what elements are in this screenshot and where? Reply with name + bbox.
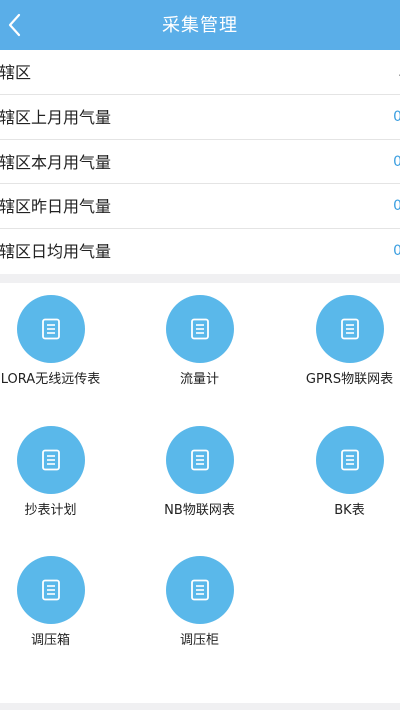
info-value: 0: [393, 243, 400, 260]
tile-label: NB物联网表: [164, 503, 235, 518]
info-row-last-month: 辖区上月用气量 0: [0, 95, 400, 140]
tile-lora-meter[interactable]: LORA无线远传表: [0, 283, 117, 413]
info-label: 辖区上月用气量: [0, 107, 112, 127]
collection-management-page: 采集管理 辖区 . 辖区上月用气量 0 辖区本月用气量 0 辖区昨日用气量 0 …: [0, 0, 400, 710]
tile-regulator-box[interactable]: 调压箱: [0, 544, 117, 674]
info-row-daily-average: 辖区日均用气量 0: [0, 229, 400, 274]
tile-label: GPRS物联网表: [305, 372, 394, 387]
bottom-strip: [0, 703, 400, 710]
document-list-icon: [340, 318, 359, 340]
tile-flow-meter[interactable]: 流量计: [133, 283, 266, 413]
district-gas-info-list: 辖区 . 辖区上月用气量 0 辖区本月用气量 0 辖区昨日用气量 0 辖区日均用…: [0, 50, 400, 274]
tile-regulator-cabinet[interactable]: 调压柜: [133, 544, 266, 674]
document-list-icon: [190, 449, 209, 471]
function-grid: LORA无线远传表 流量计 GPRS物联网表 抄表计划 NB物联网表 BK表 调…: [0, 283, 400, 703]
icon-circle: [16, 295, 85, 363]
document-list-icon: [190, 579, 209, 601]
tile-reading-plan[interactable]: 抄表计划: [0, 414, 117, 544]
info-value: 0: [393, 198, 400, 215]
info-label: 辖区: [0, 63, 32, 82]
icon-circle: [315, 426, 384, 494]
icon-circle: [165, 426, 234, 494]
tile-label: 调压箱: [30, 633, 70, 648]
tile-bk-meter[interactable]: BK表: [283, 414, 400, 544]
info-label: 辖区本月用气量: [0, 152, 112, 172]
icon-circle: [165, 556, 234, 624]
section-divider: [0, 274, 400, 283]
icon-circle: [165, 295, 234, 363]
info-row-yesterday: 辖区昨日用气量 0: [0, 184, 400, 230]
document-list-icon: [41, 579, 60, 601]
header-bar: 采集管理: [0, 0, 400, 50]
info-label: 辖区昨日用气量: [0, 197, 112, 217]
info-row-district: 辖区 .: [0, 50, 400, 95]
tile-label: 抄表计划: [24, 503, 77, 518]
tile-label: BK表: [334, 503, 365, 518]
tile-label: 流量计: [179, 372, 219, 387]
icon-circle: [315, 295, 384, 363]
icon-circle: [16, 556, 85, 624]
info-label: 辖区日均用气量: [0, 242, 112, 262]
info-row-this-month: 辖区本月用气量 0: [0, 140, 400, 185]
document-list-icon: [190, 318, 209, 340]
tile-gprs-meter[interactable]: GPRS物联网表: [283, 283, 400, 413]
page-title: 采集管理: [162, 15, 238, 36]
tile-nb-meter[interactable]: NB物联网表: [133, 414, 266, 544]
document-list-icon: [41, 449, 60, 471]
info-value: 0: [393, 108, 400, 125]
tile-label: LORA无线远传表: [0, 372, 101, 387]
document-list-icon: [340, 449, 359, 471]
icon-circle: [16, 426, 85, 494]
tile-label: 调压柜: [179, 633, 219, 648]
document-list-icon: [41, 318, 60, 340]
info-value: 0: [393, 153, 400, 170]
